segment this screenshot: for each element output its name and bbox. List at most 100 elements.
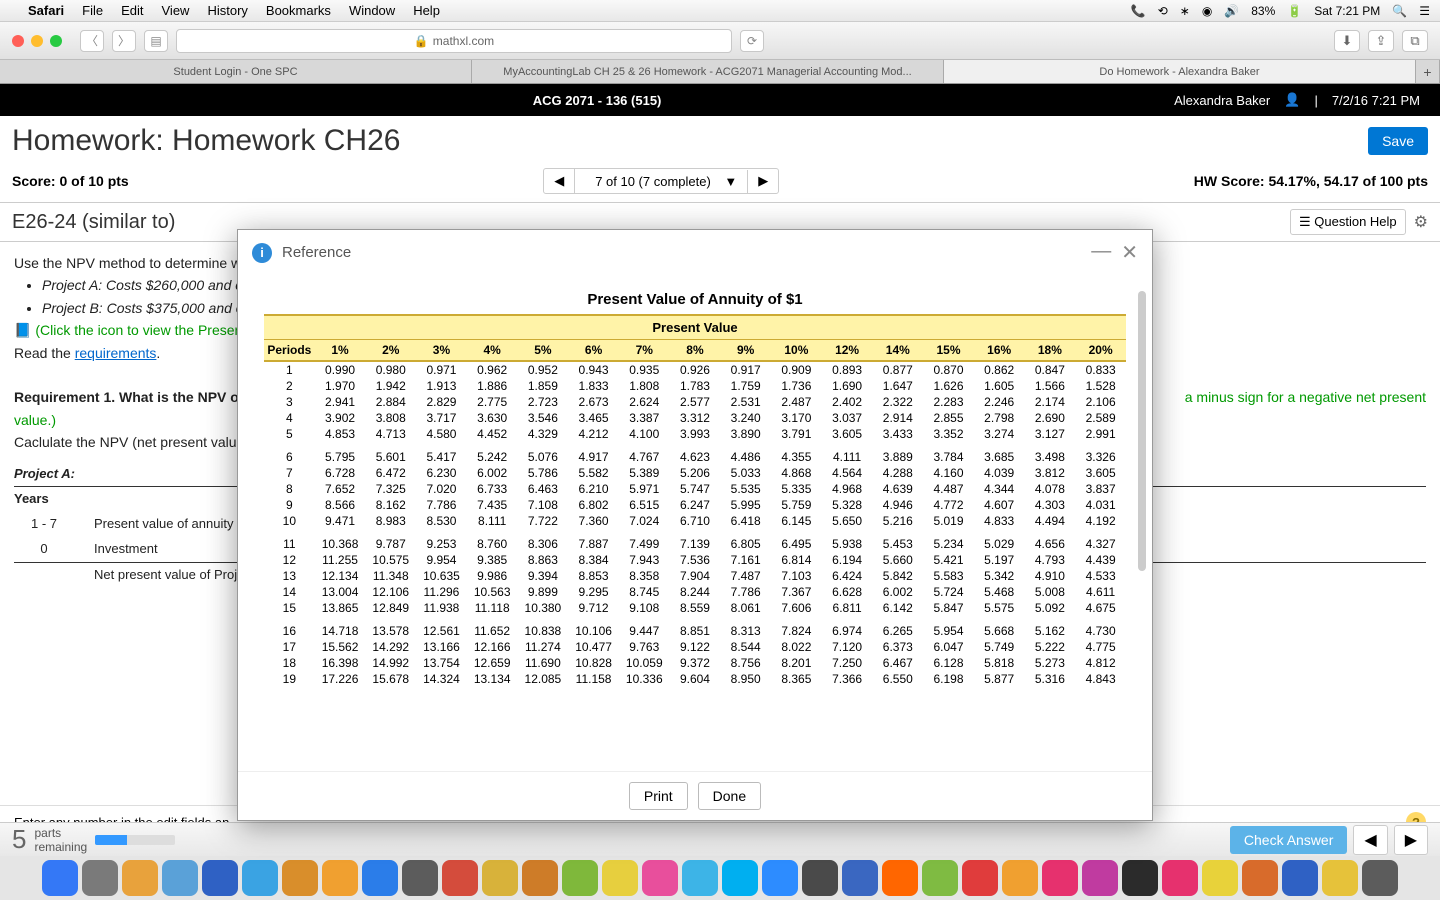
parts-progress [95,835,175,845]
pv-cell: 6.418 [720,513,771,529]
hw-title-row: Homework: Homework CH26 Save [0,116,1440,164]
dock-app[interactable] [962,860,998,896]
dock-app[interactable] [682,860,718,896]
phone-icon[interactable]: 📞 [1131,4,1146,18]
share-button[interactable]: ⇪ [1368,30,1394,52]
bluetooth-icon[interactable]: ∗ [1180,4,1190,18]
macos-menubar: Safari File Edit View History Bookmarks … [0,0,1440,22]
maximize-window[interactable] [50,35,62,47]
dock-app[interactable] [282,860,318,896]
done-button[interactable]: Done [698,782,761,810]
save-button[interactable]: Save [1368,127,1428,155]
dock-app[interactable] [322,860,358,896]
dock-app[interactable] [482,860,518,896]
app-name[interactable]: Safari [28,3,64,18]
dock-app[interactable] [842,860,878,896]
url-bar[interactable]: 🔒 mathxl.com [176,29,732,53]
dock-app[interactable] [362,860,398,896]
minimize-window[interactable] [31,35,43,47]
dock-app[interactable] [1242,860,1278,896]
dock-app[interactable] [1082,860,1118,896]
tab-2[interactable]: Do Homework - Alexandra Baker [944,60,1416,83]
back-button[interactable]: 〈 [80,30,104,52]
pv-cell: 2.690 [1025,410,1076,426]
downloads-button[interactable]: ⬇ [1334,30,1360,52]
pv-cell: 13.134 [467,671,518,687]
pv-cell: 6.467 [872,655,923,671]
volume-icon[interactable]: 🔊 [1224,4,1239,18]
dock-app[interactable] [1202,860,1238,896]
print-button[interactable]: Print [629,782,688,810]
tab-0[interactable]: Student Login - One SPC [0,60,472,83]
sidebar-button[interactable]: ▤ [144,30,168,52]
menu-icon[interactable]: ☰ [1419,4,1430,18]
dock-app[interactable] [1282,860,1318,896]
dock-app[interactable] [442,860,478,896]
prev-part[interactable]: ◀ [1353,825,1387,855]
dock-app[interactable] [122,860,158,896]
pv-cell: 4.853 [315,426,366,442]
close-icon[interactable]: ✕ [1121,240,1138,265]
hw-score: HW Score: 54.17%, 54.17 of 100 pts [1194,173,1428,189]
pv-cell: 7.786 [720,584,771,600]
dock-app[interactable] [82,860,118,896]
gear-icon[interactable]: ⚙ [1414,212,1428,232]
new-tab-button[interactable]: + [1416,60,1440,83]
pv-cell: 9.787 [365,529,416,552]
prev-question[interactable]: ◀ [544,169,575,193]
tabs-button[interactable]: ⧉ [1402,30,1428,52]
menu-file[interactable]: File [82,3,103,18]
next-question[interactable]: ▶ [748,169,778,193]
dock-app[interactable] [1042,860,1078,896]
dock-app[interactable] [802,860,838,896]
dock-app[interactable] [762,860,798,896]
clock[interactable]: Sat 7:21 PM [1314,4,1380,18]
close-window[interactable] [12,35,24,47]
dock-app[interactable] [642,860,678,896]
menu-bookmarks[interactable]: Bookmarks [266,3,331,18]
dock-app[interactable] [562,860,598,896]
dock-app[interactable] [602,860,638,896]
pv-cell: 3.274 [974,426,1025,442]
tab-1[interactable]: MyAccountingLab CH 25 & 26 Homework - AC… [472,60,944,83]
dock-app[interactable] [922,860,958,896]
next-part[interactable]: ▶ [1394,825,1428,855]
pv-cell: 7.887 [568,529,619,552]
requirements-link[interactable]: requirements [75,345,157,361]
check-answer-button[interactable]: Check Answer [1230,826,1347,854]
menu-help[interactable]: Help [413,3,440,18]
dock-app[interactable] [1362,860,1398,896]
dock-app[interactable] [402,860,438,896]
menu-edit[interactable]: Edit [121,3,143,18]
question-help-button[interactable]: ☰ Question Help [1290,209,1406,235]
dock-app[interactable] [202,860,238,896]
forward-button[interactable]: 〉 [112,30,136,52]
menu-history[interactable]: History [207,3,247,18]
reload-button[interactable]: ⟳ [740,30,764,52]
dock-app[interactable] [882,860,918,896]
dock-app[interactable] [522,860,558,896]
menu-view[interactable]: View [162,3,190,18]
dock-app[interactable] [1122,860,1158,896]
dock-app[interactable] [1162,860,1198,896]
dock-app[interactable] [1322,860,1358,896]
pv-cell: 8.745 [619,584,670,600]
dock-app[interactable] [42,860,78,896]
dock-app[interactable] [1002,860,1038,896]
spotlight-icon[interactable]: 🔍 [1392,4,1407,18]
timemachine-icon[interactable]: ⟲ [1158,4,1168,18]
dock-app[interactable] [722,860,758,896]
question-id: E26-24 (similar to) [12,211,175,234]
question-progress[interactable]: 7 of 10 (7 complete) ▼ [575,170,748,193]
dock-app[interactable] [162,860,198,896]
menu-window[interactable]: Window [349,3,395,18]
user-icon[interactable]: 👤 [1284,92,1300,108]
scrollbar[interactable] [1138,291,1146,571]
wifi-icon[interactable]: ◉ [1202,4,1212,18]
user-name[interactable]: Alexandra Baker [1174,93,1270,108]
pv-cell: 10.059 [619,655,670,671]
dock-app[interactable] [242,860,278,896]
battery-icon[interactable]: 🔋 [1287,4,1302,18]
minimize-icon[interactable]: — [1091,240,1111,265]
pv-cell: 11.652 [467,616,518,639]
